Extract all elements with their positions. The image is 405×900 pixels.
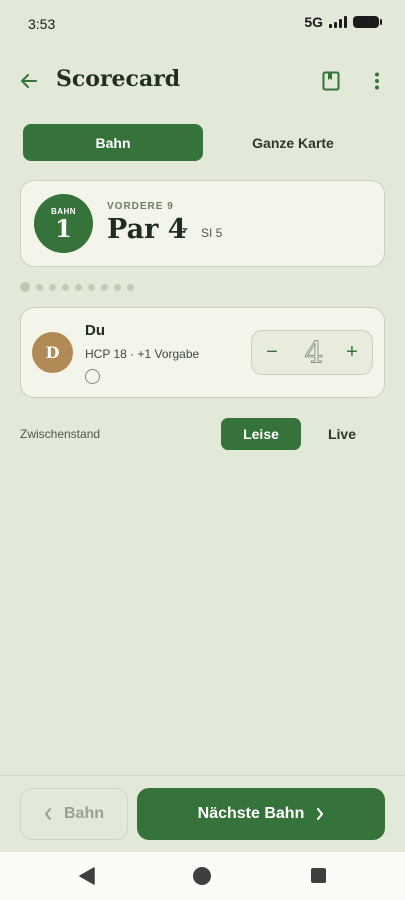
status-icons: 5G (304, 14, 382, 30)
par-selector[interactable]: Par 4 (107, 214, 186, 245)
status-time: 3:53 (28, 16, 56, 32)
hole-number: 1 (55, 214, 72, 243)
network-type: 5G (304, 14, 323, 30)
pager-dot[interactable] (75, 283, 82, 291)
score-value[interactable]: 4 (292, 334, 336, 372)
footer-divider (0, 775, 405, 776)
player-name: Du (85, 322, 105, 339)
pager-dot[interactable] (88, 283, 95, 291)
standing-live-toggle[interactable]: Live (302, 418, 382, 450)
arrow-left-icon (21, 74, 37, 88)
battery-icon (353, 16, 382, 28)
pager-dot[interactable] (49, 283, 56, 291)
signal-icon (329, 16, 347, 28)
pager-dot[interactable] (114, 283, 121, 291)
next-hole-button[interactable]: Nächste Bahn (137, 788, 385, 840)
back-button[interactable] (14, 66, 44, 96)
next-hole-label: Nächste Bahn (197, 805, 305, 822)
previous-hole-button[interactable]: Bahn (20, 788, 128, 840)
more-options-button[interactable] (366, 68, 388, 94)
pager-dot[interactable] (62, 283, 69, 291)
avatar: D (32, 332, 73, 373)
standing-quiet-toggle[interactable]: Leise (221, 418, 301, 450)
hole-section: VORDERE 9 (107, 201, 174, 212)
more-vert-icon (375, 72, 379, 90)
player-status-radio[interactable] (85, 369, 100, 384)
tab-hole[interactable]: Bahn (23, 124, 203, 161)
nav-recents-icon[interactable] (311, 868, 326, 883)
page-title: Scorecard (56, 66, 181, 92)
decrement-button[interactable]: − (258, 333, 286, 371)
chevron-right-icon (317, 808, 324, 820)
pager-dot[interactable] (101, 283, 108, 291)
caret-down-icon[interactable] (182, 228, 188, 232)
pager-dot[interactable] (127, 283, 134, 291)
pager-dot[interactable] (36, 283, 43, 291)
increment-button[interactable]: + (338, 333, 366, 371)
hole-pager (20, 282, 134, 292)
chevron-left-icon (45, 808, 51, 820)
stroke-index: SI 5 (201, 226, 223, 240)
nav-back-icon[interactable] (78, 866, 96, 886)
standing-label: Zwischenstand (20, 427, 101, 441)
pager-dot[interactable] (20, 282, 30, 292)
scorebook-button[interactable] (318, 68, 344, 94)
previous-hole-label: Bahn (64, 805, 104, 822)
bookmark-book-icon (322, 71, 340, 91)
nav-home-icon[interactable] (193, 867, 211, 885)
hole-badge: BAHN 1 (34, 194, 93, 253)
player-handicap: HCP 18 · +1 Vorgabe (85, 347, 200, 361)
tab-full-card[interactable]: Ganze Karte (203, 124, 383, 161)
